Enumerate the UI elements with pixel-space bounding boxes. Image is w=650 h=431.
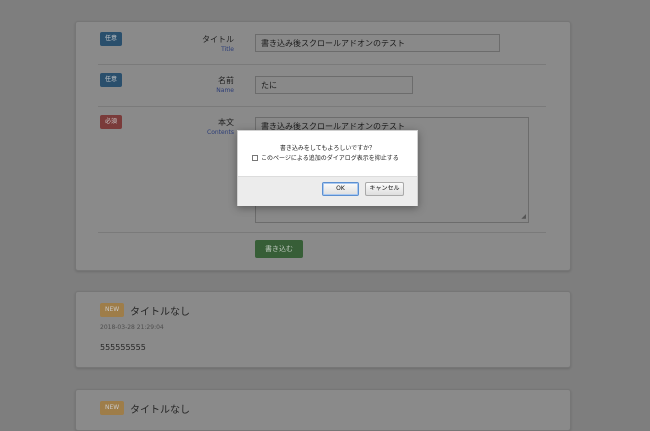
name-sublabel: Name bbox=[216, 87, 234, 94]
optional-badge-title: 任意 bbox=[100, 32, 123, 46]
suppress-checkbox[interactable] bbox=[252, 154, 258, 161]
new-badge: NEW bbox=[100, 303, 125, 317]
new-badge: NEW bbox=[100, 401, 125, 415]
content-sublabel: Contents bbox=[207, 129, 234, 136]
required-badge-content: 必須 bbox=[100, 115, 123, 129]
dialog-footer: OK キャンセル bbox=[238, 176, 417, 206]
dialog-message: 書き込みをしてもよろしいですか？ bbox=[279, 145, 376, 152]
post-title: タイトルなし bbox=[130, 405, 190, 416]
ok-button[interactable]: OK bbox=[322, 182, 359, 196]
row-divider bbox=[98, 106, 546, 107]
row-divider bbox=[98, 232, 546, 233]
suppress-checkbox-label[interactable]: このページによる追加のダイアログ表示を抑止する bbox=[261, 153, 399, 162]
post-title: タイトルなし bbox=[130, 307, 190, 318]
post-body: 555555555 bbox=[100, 343, 146, 352]
content-label: 本文 bbox=[218, 118, 234, 127]
suppress-dialog-option[interactable]: このページによる追加のダイアログ表示を抑止する bbox=[252, 153, 399, 162]
name-label: 名前 bbox=[218, 76, 234, 85]
title-sublabel: Title bbox=[221, 46, 234, 53]
optional-badge-name: 任意 bbox=[100, 73, 123, 87]
submit-button[interactable]: 書き込む bbox=[255, 240, 303, 258]
confirm-dialog: 書き込みをしてもよろしいですか？ このページによる追加のダイアログ表示を抑止する… bbox=[237, 130, 418, 206]
row-divider bbox=[98, 64, 546, 65]
title-input[interactable]: 書き込み後スクロールアドオンのテスト bbox=[255, 34, 500, 52]
resize-grip-icon[interactable]: ◢ bbox=[521, 213, 526, 220]
name-input[interactable]: たに bbox=[255, 76, 413, 94]
cancel-button[interactable]: キャンセル bbox=[365, 182, 404, 196]
post-date: 2018-03-28 21:29:04 bbox=[100, 324, 164, 331]
title-label: タイトル bbox=[202, 35, 234, 44]
